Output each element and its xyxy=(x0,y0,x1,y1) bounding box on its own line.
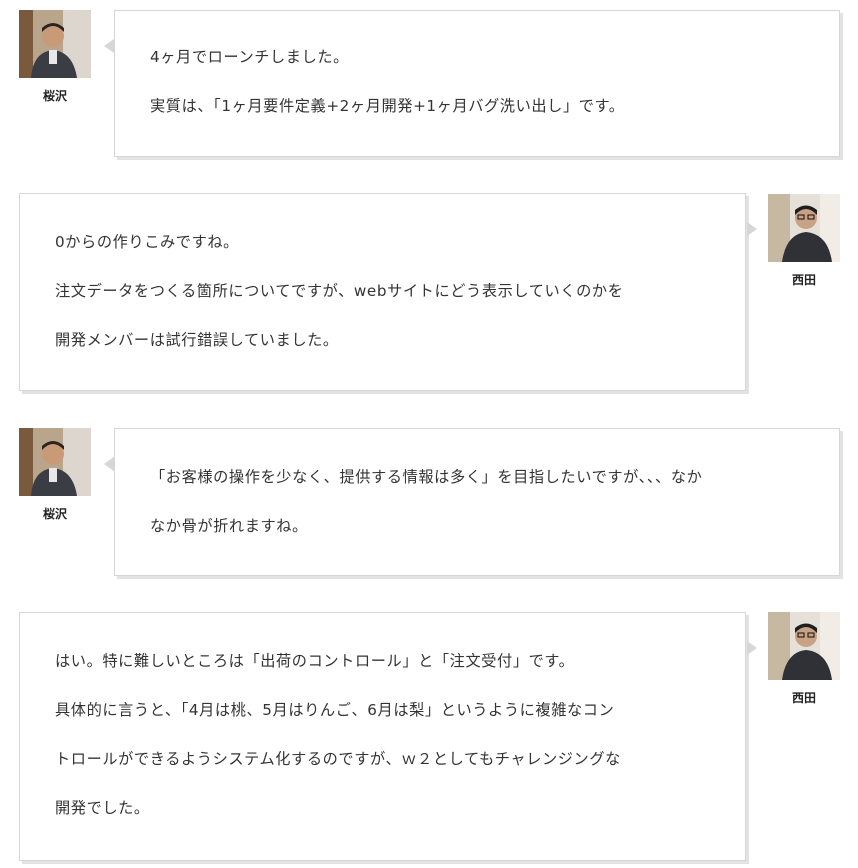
message-line: はい。特に難しいところは「出荷のコントロール」と「注文受付」です。 xyxy=(55,652,575,670)
bubble-pointer xyxy=(747,641,757,655)
message-row: はい。特に難しいところは「出荷のコントロール」と「注文受付」です。 具体的に言う… xyxy=(0,0,858,868)
speech-bubble: はい。特に難しいところは「出荷のコントロール」と「注文受付」です。 具体的に言う… xyxy=(19,612,746,861)
avatar xyxy=(768,612,840,680)
speaker-block: 西田 xyxy=(768,612,840,706)
message-line: 開発でした。 xyxy=(55,799,150,817)
message-line: 具体的に言うと、「4月は桃、5月はりんご、6月は梨」というように複雑なコン xyxy=(55,701,615,719)
message-line: トロールができるようシステム化するのですが、ｗ２としてもチャレンジングな xyxy=(55,750,621,768)
speaker-name: 西田 xyxy=(791,691,816,705)
